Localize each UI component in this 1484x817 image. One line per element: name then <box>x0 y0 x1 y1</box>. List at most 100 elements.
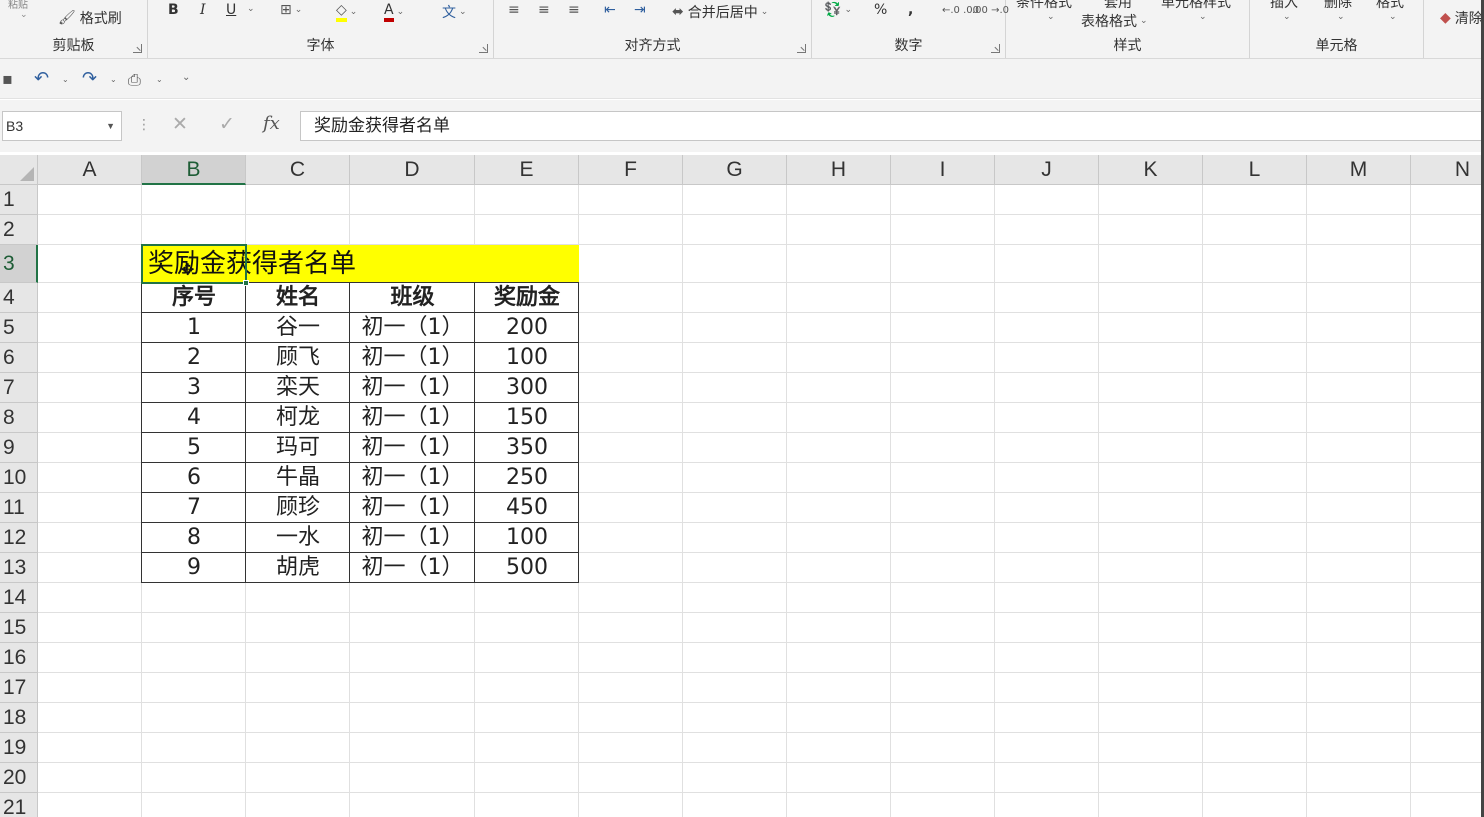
underline-dropdown-icon[interactable]: ⌄ <box>244 4 255 14</box>
row-header-4[interactable]: 4 <box>0 283 38 313</box>
formula-bar-grip-icon[interactable]: ⋮ <box>137 117 151 133</box>
table-cell[interactable]: 初一（1） <box>350 403 475 433</box>
format-cells-button[interactable]: 格式 <box>1376 0 1404 12</box>
table-header-cell[interactable]: 奖励金 <box>475 283 579 313</box>
border-button[interactable]: ⊞ ⌄ <box>280 2 302 18</box>
table-cell[interactable]: 450 <box>475 493 579 523</box>
column-header-n[interactable]: N <box>1411 155 1484 185</box>
table-cell[interactable]: 3 <box>142 373 246 403</box>
italic-button[interactable]: I <box>200 2 206 18</box>
format-dropdown-icon[interactable]: ⌄ <box>1386 12 1397 22</box>
row-header-2[interactable]: 2 <box>0 215 38 245</box>
row-header-12[interactable]: 12 <box>0 523 38 553</box>
table-cell[interactable]: 栾天 <box>246 373 350 403</box>
table-cell[interactable]: 谷一 <box>246 313 350 343</box>
table-cell[interactable]: 1 <box>142 313 246 343</box>
table-cell[interactable]: 初一（1） <box>350 343 475 373</box>
format-painter-button[interactable]: 🖌 格式刷 <box>58 8 122 28</box>
percent-button[interactable]: % <box>874 2 887 18</box>
save-icon[interactable]: ▪ <box>2 69 13 88</box>
conditional-format-button[interactable]: 条件格式 <box>1016 0 1072 12</box>
delete-dropdown-icon[interactable]: ⌄ <box>1334 12 1345 22</box>
table-cell[interactable]: 5 <box>142 433 246 463</box>
table-cell[interactable]: 500 <box>475 553 579 583</box>
name-box-dropdown-icon[interactable]: ▼ <box>106 112 115 140</box>
table-cell[interactable]: 2 <box>142 343 246 373</box>
table-cell[interactable]: 初一（1） <box>350 433 475 463</box>
table-cell[interactable]: 初一（1） <box>350 313 475 343</box>
delete-cells-button[interactable]: 删除 <box>1324 0 1352 12</box>
comma-button[interactable]: , <box>908 2 913 18</box>
bold-button[interactable]: B <box>168 2 179 18</box>
column-header-k[interactable]: K <box>1099 155 1203 185</box>
column-header-h[interactable]: H <box>787 155 891 185</box>
table-cell[interactable]: 初一（1） <box>350 493 475 523</box>
table-format-button[interactable]: 表格格式 ⌄ <box>1081 11 1148 31</box>
alignment-launcher-icon[interactable] <box>797 44 806 53</box>
column-header-i[interactable]: I <box>891 155 995 185</box>
table-cell[interactable]: 100 <box>475 343 579 373</box>
customize-qat-icon[interactable]: ⌄ <box>182 72 190 83</box>
table-cell[interactable]: 300 <box>475 373 579 403</box>
column-header-j[interactable]: J <box>995 155 1099 185</box>
table-cell[interactable]: 6 <box>142 463 246 493</box>
clipboard-launcher-icon[interactable] <box>133 44 142 53</box>
row-header-13[interactable]: 13 <box>0 553 38 583</box>
row-header-9[interactable]: 9 <box>0 433 38 463</box>
table-cell[interactable]: 初一（1） <box>350 463 475 493</box>
underline-button[interactable]: U <box>226 2 236 18</box>
row-header-6[interactable]: 6 <box>0 343 38 373</box>
row-header-1[interactable]: 1 <box>0 185 38 215</box>
row-header-21[interactable]: 21 <box>0 793 38 817</box>
number-launcher-icon[interactable] <box>991 44 1000 53</box>
fill-handle[interactable] <box>243 280 249 286</box>
decrease-indent-button[interactable]: ⇤ <box>604 2 616 18</box>
select-all-button[interactable] <box>0 155 38 185</box>
align-right-button[interactable]: ≡ <box>568 2 580 18</box>
table-cell[interactable]: 9 <box>142 553 246 583</box>
undo-icon[interactable]: ↶ <box>34 68 49 89</box>
align-center-button[interactable]: ≡ <box>538 2 550 18</box>
column-header-l[interactable]: L <box>1203 155 1307 185</box>
table-cell[interactable]: 350 <box>475 433 579 463</box>
increase-indent-button[interactable]: ⇥ <box>634 2 646 18</box>
table-header-cell[interactable]: 班级 <box>350 283 475 313</box>
redo-dropdown-icon[interactable]: ⌄ <box>110 75 117 84</box>
cell-styles-button[interactable]: 单元格样式 <box>1161 0 1231 12</box>
formula-input[interactable]: 奖励金获得者名单 <box>300 111 1484 141</box>
cancel-icon[interactable]: ✕ <box>172 113 188 135</box>
column-header-f[interactable]: F <box>579 155 683 185</box>
row-header-11[interactable]: 11 <box>0 493 38 523</box>
print-dropdown-icon[interactable]: ⌄ <box>156 75 163 84</box>
undo-dropdown-icon[interactable]: ⌄ <box>62 75 69 84</box>
font-launcher-icon[interactable] <box>479 44 488 53</box>
column-header-d[interactable]: D <box>350 155 475 185</box>
row-header-15[interactable]: 15 <box>0 613 38 643</box>
table-header-cell[interactable]: 姓名 <box>246 283 350 313</box>
row-header-14[interactable]: 14 <box>0 583 38 613</box>
row-header-3[interactable]: 3 <box>0 245 38 283</box>
table-cell[interactable]: 柯龙 <box>246 403 350 433</box>
table-cell[interactable]: 顾飞 <box>246 343 350 373</box>
table-cell[interactable]: 玛可 <box>246 433 350 463</box>
row-header-16[interactable]: 16 <box>0 643 38 673</box>
insert-function-button[interactable]: fx <box>263 113 280 134</box>
table-cell[interactable]: 牛晶 <box>246 463 350 493</box>
decrease-decimal-button[interactable]: .00 →.0 <box>972 5 1009 16</box>
column-header-e[interactable]: E <box>475 155 579 185</box>
table-cell[interactable]: 100 <box>475 523 579 553</box>
column-header-c[interactable]: C <box>246 155 350 185</box>
table-cell[interactable]: 初一（1） <box>350 373 475 403</box>
print-preview-icon[interactable]: ⎙ <box>128 70 141 90</box>
table-cell[interactable]: 250 <box>475 463 579 493</box>
table-cell[interactable]: 4 <box>142 403 246 433</box>
cell-styles-dropdown-icon[interactable]: ⌄ <box>1196 12 1207 22</box>
merge-center-button[interactable]: ⬌ 合并后居中 ⌄ <box>672 2 768 22</box>
table-cell[interactable]: 一水 <box>246 523 350 553</box>
row-header-10[interactable]: 10 <box>0 463 38 493</box>
worksheet[interactable]: ABCDEFGHIJKLMN 1 2 3 4 5 6 7 8 9 10 11 12 13 14 15 16 17… <box>0 155 1484 817</box>
insert-cells-button[interactable]: 插入 <box>1270 0 1298 12</box>
row-header-17[interactable]: 17 <box>0 673 38 703</box>
clear-button[interactable]: ◆ 清除 <box>1440 8 1483 28</box>
table-cell[interactable]: 初一（1） <box>350 553 475 583</box>
